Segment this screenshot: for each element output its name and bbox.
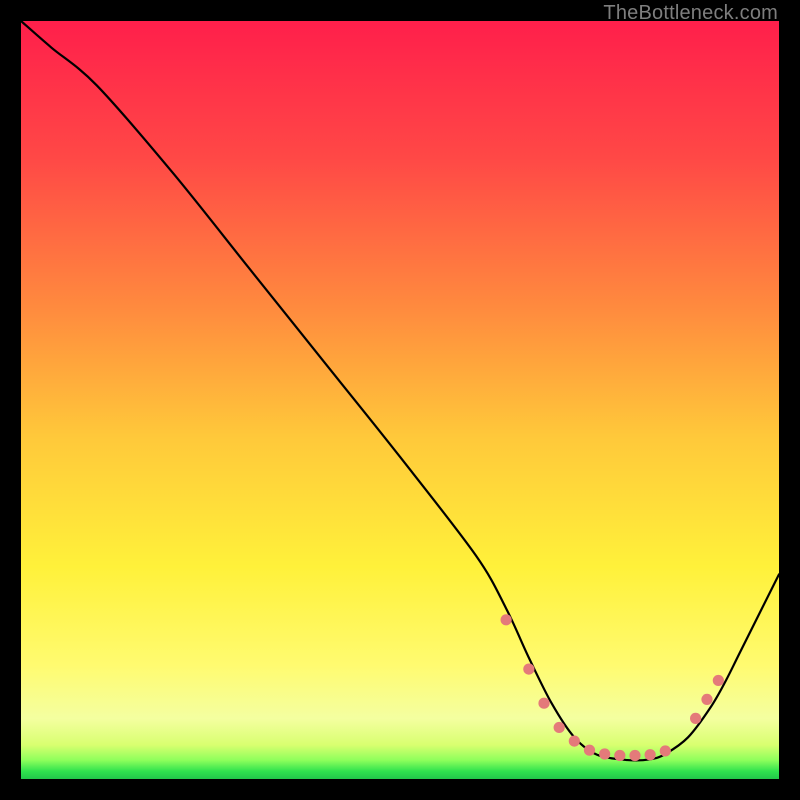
- background-gradient: [21, 21, 779, 779]
- plot-area: [21, 21, 779, 779]
- chart-stage: TheBottleneck.com: [0, 0, 800, 800]
